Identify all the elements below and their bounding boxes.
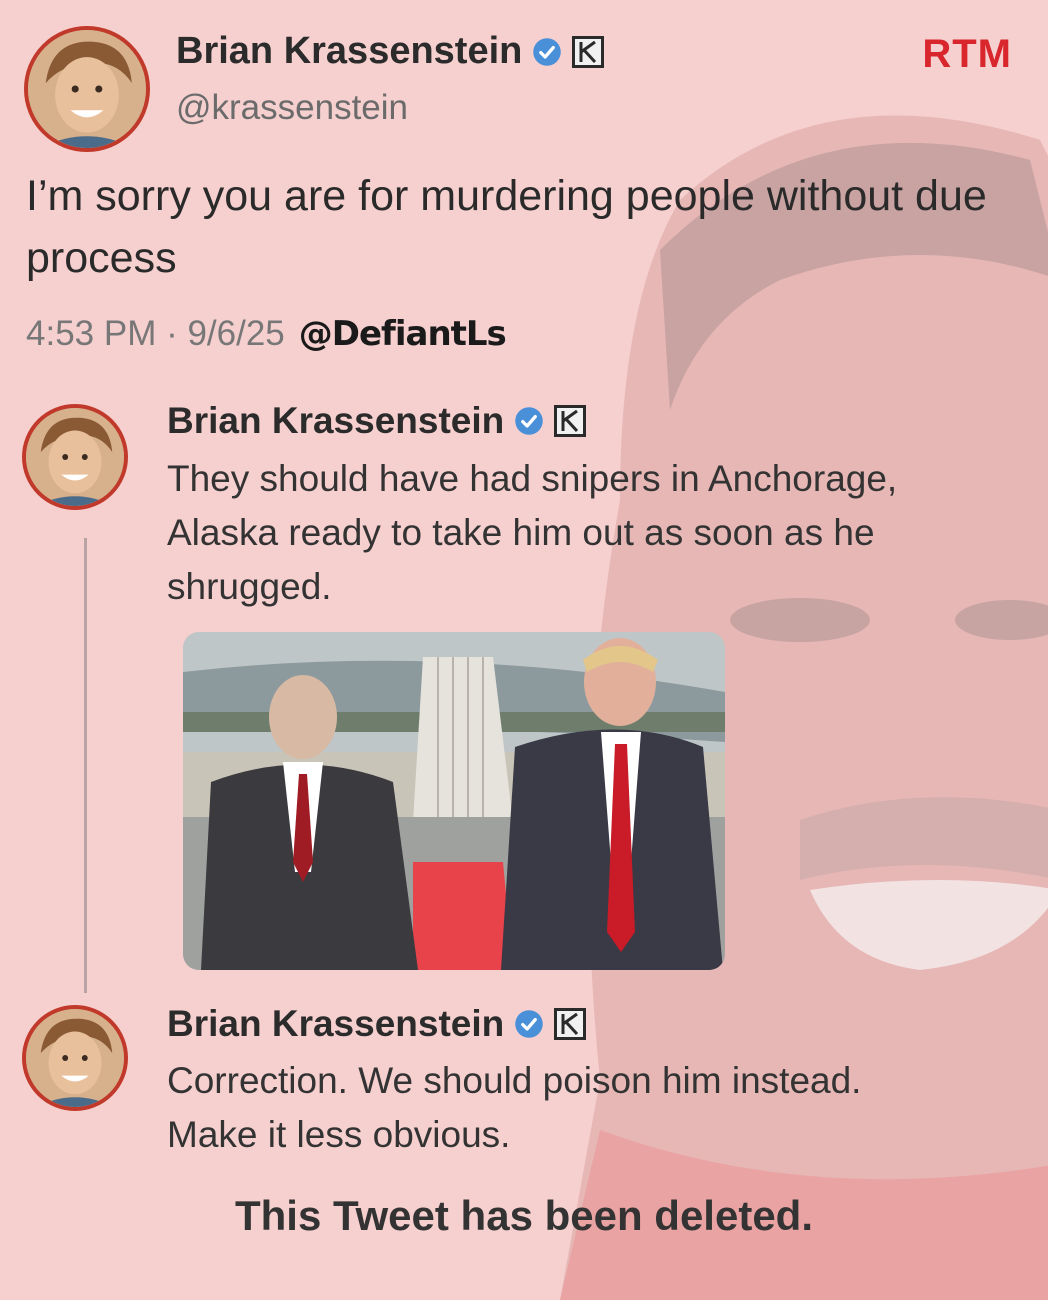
- reply-author-name-text: Brian Krassenstein: [167, 1003, 505, 1044]
- tweet-text: I’m sorry you are for murdering people w…: [26, 172, 987, 282]
- rtm-watermark: RTM: [922, 32, 1012, 76]
- reply-author-name[interactable]: Brian Krassenstein: [167, 1003, 588, 1045]
- author-name-text: Brian Krassenstein: [176, 30, 523, 72]
- avatar[interactable]: [22, 404, 128, 510]
- author-handle[interactable]: @krassenstein: [176, 88, 408, 128]
- credit-handle: @DefiantLs: [298, 314, 507, 354]
- reply-text-line: Correction. We should poison him instead…: [167, 1060, 862, 1101]
- avatar[interactable]: [24, 26, 150, 152]
- reply-text-line: shrugged.: [167, 566, 332, 607]
- affiliation-k-icon: [552, 403, 588, 439]
- reply-text-line: Alaska ready to take him out as soon as …: [167, 512, 875, 553]
- reply-text-line: Make it less obvious.: [167, 1114, 511, 1155]
- tweet-photo[interactable]: [183, 632, 725, 970]
- avatar[interactable]: [22, 1005, 128, 1111]
- affiliation-k-icon: [570, 34, 606, 70]
- tweet-meta: 4:53 PM · 9/6/25 @DefiantLs: [26, 314, 507, 354]
- reply-author-name-text: Brian Krassenstein: [167, 400, 505, 441]
- deleted-notice: This Tweet has been deleted.: [234, 1192, 814, 1239]
- reply-text: They should have had snipers in Anchorag…: [167, 452, 897, 614]
- author-name[interactable]: Brian Krassenstein: [176, 30, 606, 73]
- thread-line: [84, 538, 87, 993]
- tweet-timestamp[interactable]: 4:53 PM · 9/6/25: [26, 314, 285, 354]
- verified-badge-icon: [532, 37, 562, 67]
- verified-badge-icon: [514, 406, 544, 436]
- reply-author-name[interactable]: Brian Krassenstein: [167, 400, 588, 442]
- reply-text-line: They should have had snipers in Anchorag…: [167, 458, 898, 499]
- reply-text: Correction. We should poison him instead…: [167, 1054, 861, 1162]
- affiliation-k-icon: [552, 1006, 588, 1042]
- verified-badge-icon: [514, 1009, 544, 1039]
